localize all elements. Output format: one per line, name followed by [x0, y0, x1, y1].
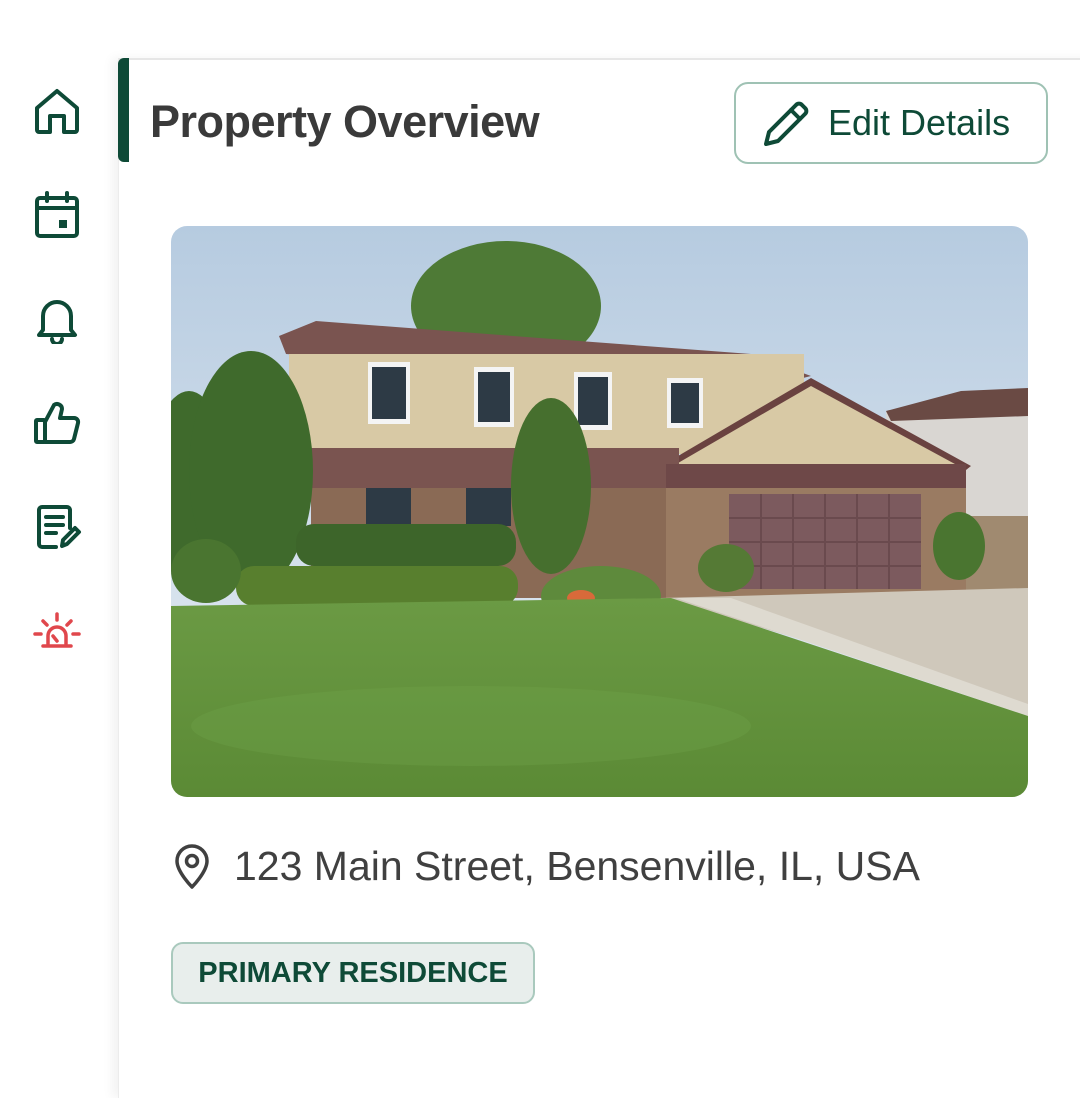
address-row: 123 Main Street, Bensenville, IL, USA — [172, 843, 920, 890]
thumbs-up-icon[interactable] — [32, 398, 82, 448]
location-pin-icon — [175, 843, 209, 889]
property-address: 123 Main Street, Bensenville, IL, USA — [234, 843, 920, 889]
edit-details-button[interactable]: Edit Details — [734, 82, 1048, 164]
home-icon[interactable] — [32, 86, 82, 136]
notes-icon[interactable] — [32, 502, 82, 552]
bell-icon[interactable] — [32, 294, 82, 344]
edit-details-label: Edit Details — [828, 102, 1011, 143]
residence-type-badge: PRIMARY RESIDENCE — [171, 942, 535, 1004]
active-accent-bar — [118, 58, 129, 162]
property-photo — [171, 226, 1028, 797]
pencil-icon — [764, 101, 809, 146]
sidebar — [0, 0, 118, 1080]
calendar-icon[interactable] — [32, 190, 82, 240]
alarm-icon[interactable] — [32, 608, 82, 658]
page-title: Property Overview — [150, 96, 540, 147]
